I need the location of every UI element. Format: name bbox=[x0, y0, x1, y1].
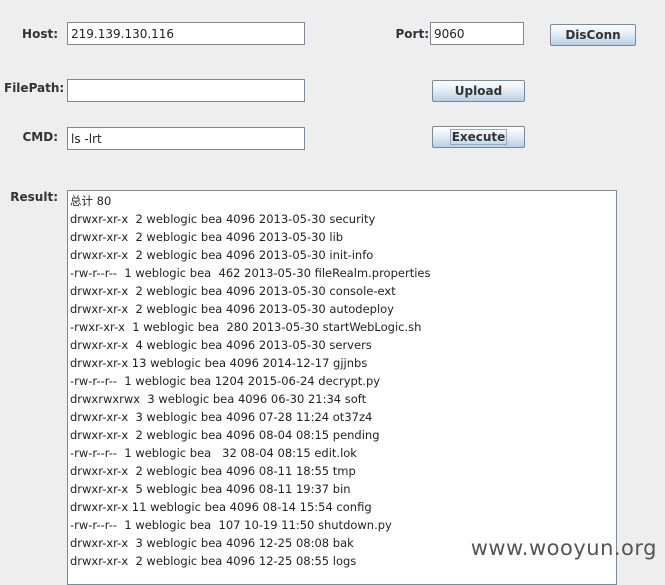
result-line: drwxr-xr-x 2 weblogic bea 4096 2013-05-3… bbox=[70, 284, 396, 298]
result-line: drwxr-xr-x 2 weblogic bea 4096 2013-05-3… bbox=[70, 302, 394, 316]
result-line: drwxr-xr-x 2 weblogic bea 4096 08-04 08:… bbox=[70, 428, 380, 442]
execute-button-label: Execute bbox=[449, 129, 508, 145]
filepath-input[interactable] bbox=[67, 79, 305, 102]
result-label: Result: bbox=[10, 190, 58, 204]
cmd-label: CMD: bbox=[22, 130, 58, 144]
watermark: www.wooyun.org bbox=[470, 536, 657, 560]
result-line: drwxr-xr-x 2 weblogic bea 4096 08-11 18:… bbox=[70, 464, 356, 478]
result-line: -rw-r--r-- 1 weblogic bea 1204 2015-06-2… bbox=[70, 374, 381, 388]
disconnect-button-label: DisConn bbox=[565, 28, 621, 42]
result-output-area[interactable]: 总计 80 drwxr-xr-x 2 weblogic bea 4096 2013… bbox=[67, 190, 617, 585]
result-line: -rwxr-xr-x 1 weblogic bea 280 2013-05-30… bbox=[70, 320, 422, 334]
result-line: drwxr-xr-x 2 weblogic bea 4096 2013-05-3… bbox=[70, 248, 374, 262]
result-line: -rw-r--r-- 1 weblogic bea 462 2013-05-30… bbox=[70, 266, 431, 280]
result-line: drwxr-xr-x 5 weblogic bea 4096 08-11 19:… bbox=[70, 482, 351, 496]
upload-button[interactable]: Upload bbox=[432, 80, 525, 102]
result-line: -rw-r--r-- 1 weblogic bea 32 08-04 08:15… bbox=[70, 446, 357, 460]
result-line: drwxrwxrwx 3 weblogic bea 4096 06-30 21:… bbox=[70, 392, 367, 406]
host-input[interactable] bbox=[67, 22, 305, 45]
disconnect-button[interactable]: DisConn bbox=[550, 24, 636, 46]
result-line: drwxr-xr-x 11 weblogic bea 4096 08-14 15… bbox=[70, 500, 372, 514]
upload-button-label: Upload bbox=[454, 84, 503, 98]
result-line: drwxr-xr-x 13 weblogic bea 4096 2014-12-… bbox=[70, 356, 368, 370]
result-line: 总计 80 bbox=[70, 194, 112, 208]
port-label: Port: bbox=[395, 27, 430, 41]
result-line: drwxr-xr-x 4 weblogic bea 4096 2013-05-3… bbox=[70, 338, 372, 352]
result-line: drwxr-xr-x 2 weblogic bea 4096 2013-05-3… bbox=[70, 212, 376, 226]
result-line: -rw-r--r-- 1 weblogic bea 107 10-19 11:5… bbox=[70, 518, 392, 532]
execute-button[interactable]: Execute bbox=[432, 126, 525, 148]
filepath-label: FilePath: bbox=[4, 81, 65, 95]
result-line: drwxr-xr-x 2 weblogic bea 4096 2013-05-3… bbox=[70, 230, 344, 244]
cmd-input[interactable] bbox=[67, 127, 305, 150]
port-input[interactable] bbox=[430, 22, 524, 45]
result-line: drwxr-xr-x 3 weblogic bea 4096 07-28 11:… bbox=[70, 410, 373, 424]
host-label: Host: bbox=[22, 27, 58, 41]
